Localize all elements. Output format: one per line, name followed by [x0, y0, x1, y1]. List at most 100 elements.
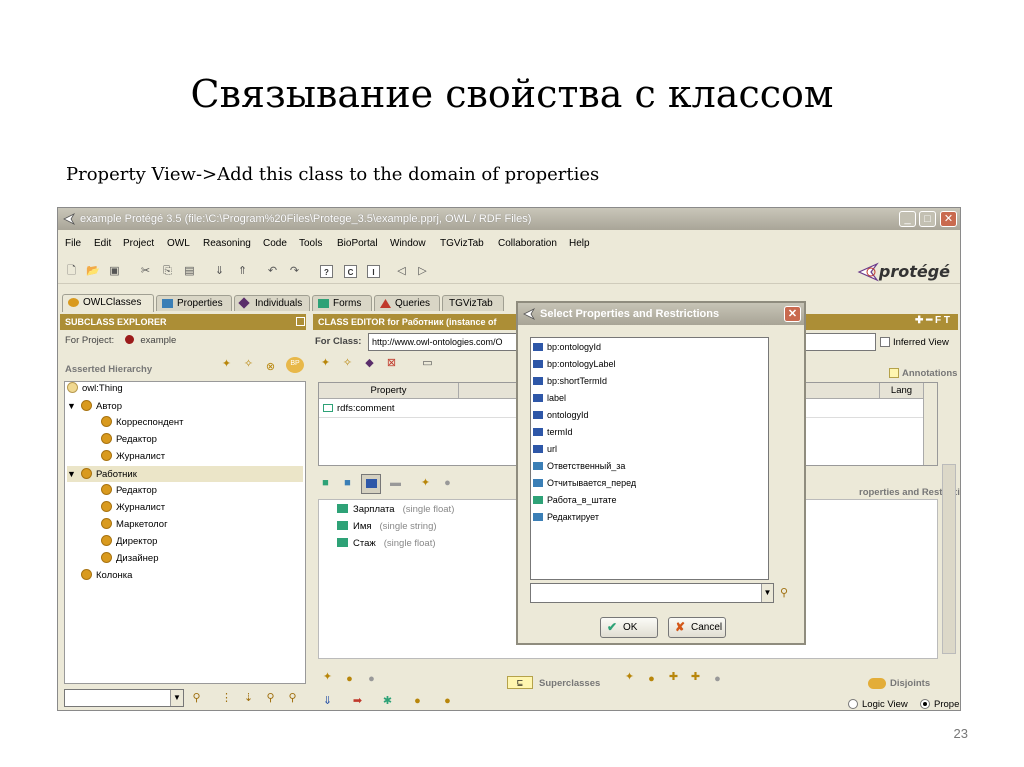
list-item[interactable]: ontologyId	[533, 407, 589, 424]
properties-view-radio[interactable]: Properties View	[920, 699, 960, 710]
chevron-down-icon[interactable]: ▼	[761, 584, 773, 602]
tree-item-direktor[interactable]: Директор	[101, 534, 157, 550]
list-item[interactable]: Отчитывается_перед	[533, 475, 636, 492]
help-box-icon[interactable]: ?	[320, 265, 333, 278]
lang-column-header[interactable]: Lang	[879, 383, 923, 399]
menu-window[interactable]: Window	[390, 238, 426, 249]
tree-item-avtor[interactable]: ▼ Автор	[67, 398, 122, 414]
ok-button[interactable]: ✔ OK	[600, 617, 658, 638]
forward-arrow-icon[interactable]: ▷	[416, 265, 429, 278]
search-subclass-icon[interactable]: ⚲	[286, 692, 299, 705]
tree-item-marketolog[interactable]: Маркетолог	[101, 517, 168, 533]
search-class-icon[interactable]: ⚲	[264, 692, 277, 705]
property-item[interactable]: Зарплата (single float)	[337, 504, 454, 515]
cancel-button[interactable]: ✘ Cancel	[668, 617, 726, 638]
add-disjoint-class-icon[interactable]: ●	[645, 673, 658, 686]
list-item[interactable]: bp:ontologyLabel	[533, 356, 616, 373]
delete-class-icon[interactable]: ⊗	[264, 361, 277, 374]
new-file-icon[interactable]: 🗋	[65, 265, 78, 278]
dialog-title-bar[interactable]: Select Properties and Restrictions ✕	[518, 303, 804, 325]
add-annotation-icon[interactable]: ✦	[319, 357, 332, 370]
add-disjoint-siblings-icon[interactable]: ✚	[667, 671, 680, 684]
tree-expand-icon[interactable]: ⋮	[220, 692, 233, 705]
insert-icon[interactable]: ⇓	[213, 265, 226, 278]
right-scrollbar[interactable]	[942, 464, 956, 654]
expand-arrow-icon[interactable]: ▼	[67, 466, 81, 482]
import-icon[interactable]: ⇓	[321, 695, 334, 708]
create-subclass-icon[interactable]: ✦	[220, 358, 233, 371]
convert-icon[interactable]: ➡	[351, 695, 364, 708]
property-item[interactable]: Стаж (single float)	[337, 538, 436, 549]
list-item[interactable]: Редактирует	[533, 509, 599, 526]
minimize-button[interactable]: _	[899, 211, 916, 227]
expand-arrow-icon[interactable]: ▼	[67, 398, 81, 414]
create-sibling-icon[interactable]: ✧	[242, 358, 255, 371]
menu-edit[interactable]: Edit	[94, 238, 111, 249]
menu-help[interactable]: Help	[569, 238, 590, 249]
list-item[interactable]: bp:shortTermId	[533, 373, 607, 390]
tree-item-dizainer[interactable]: Дизайнер	[101, 551, 159, 567]
menu-code[interactable]: Code	[263, 238, 287, 249]
sort-icon[interactable]: ⇣	[242, 692, 255, 705]
add-property-button[interactable]	[361, 474, 381, 494]
find-icon[interactable]: ⚲	[780, 586, 788, 599]
create-object-property-icon[interactable]: ■	[341, 477, 354, 490]
tree-item-zhurnalist[interactable]: Журналист	[101, 449, 165, 465]
undo-icon[interactable]: ↶	[266, 265, 279, 278]
logic-view-radio[interactable]: Logic View	[848, 699, 908, 710]
back-arrow-icon[interactable]: ◁	[395, 265, 408, 278]
find-icon[interactable]: ⚲	[190, 692, 203, 705]
instance-box-icon[interactable]: I	[367, 265, 380, 278]
menu-tgviztab[interactable]: TGVizTab	[440, 238, 484, 249]
menu-owl[interactable]: OWL	[167, 238, 190, 249]
create-restriction-icon[interactable]: ✦	[419, 477, 432, 490]
tree-item-redaktor-2[interactable]: Редактор	[101, 483, 157, 499]
save-icon[interactable]: ▣	[108, 265, 121, 278]
menu-tools[interactable]: Tools	[299, 238, 322, 249]
disjoint-subclasses-icon[interactable]: ✚	[689, 671, 702, 684]
tab-properties[interactable]: Properties	[156, 295, 232, 311]
maximize-button[interactable]: □	[919, 211, 936, 227]
class-search-input[interactable]	[64, 689, 184, 707]
window-title-bar[interactable]: example Protégé 3.5 (file:\C:\Program%20…	[58, 208, 960, 230]
vertical-scrollbar[interactable]	[923, 383, 937, 465]
remove-disjoint-icon[interactable]: ●	[711, 673, 724, 686]
menu-file[interactable]: File	[65, 238, 81, 249]
redo-icon[interactable]: ↷	[288, 265, 301, 278]
menu-collaboration[interactable]: Collaboration	[498, 238, 557, 249]
list-item[interactable]: label	[533, 390, 566, 407]
class-box-icon[interactable]: C	[344, 265, 357, 278]
list-item[interactable]: termId	[533, 424, 573, 441]
export-icon[interactable]: ⇑	[236, 265, 249, 278]
tree-item-redaktor[interactable]: Редактор	[101, 432, 157, 448]
tree-item-rabotnik[interactable]: ▼ Работник	[67, 466, 303, 482]
menu-project[interactable]: Project	[123, 238, 154, 249]
chevron-down-icon[interactable]: ▼	[170, 690, 183, 706]
tab-individuals[interactable]: Individuals	[234, 295, 310, 311]
tab-forms[interactable]: Forms	[312, 295, 372, 311]
property-item[interactable]: Имя (single string)	[337, 521, 437, 532]
add-comment-icon[interactable]: ✧	[341, 357, 354, 370]
list-item[interactable]: bp:ontologyId	[533, 339, 601, 356]
remove-superclass-icon[interactable]: ●	[365, 673, 378, 686]
panel-controls-icon[interactable]: ✚ ━ F T	[915, 315, 950, 326]
settings-icon[interactable]: ●	[441, 695, 454, 708]
copy-icon[interactable]: ⎘	[161, 265, 174, 278]
tree-item-korrespondent[interactable]: Корреспондент	[101, 415, 184, 431]
remove-property-icon[interactable]: ▬	[389, 477, 402, 490]
paste-icon[interactable]: ▤	[183, 265, 196, 278]
add-superclass-icon[interactable]: ✦	[321, 671, 334, 684]
list-item[interactable]: Работа_в_штате	[533, 492, 617, 509]
create-property-icon[interactable]: ■	[319, 477, 332, 490]
open-icon[interactable]: 📂	[86, 265, 100, 278]
add-individual-icon[interactable]: ◆	[363, 357, 376, 370]
maximize-panel-icon[interactable]	[296, 317, 305, 326]
cut-icon[interactable]: ✂	[139, 265, 152, 278]
dialog-search-input[interactable]	[530, 583, 774, 603]
list-item[interactable]: Ответственный_за	[533, 458, 625, 475]
menu-reasoning[interactable]: Reasoning	[203, 238, 251, 249]
dialog-close-button[interactable]: ✕	[784, 306, 801, 322]
inferred-view-checkbox[interactable]: Inferred View	[880, 337, 949, 348]
bioportal-icon[interactable]: BP	[286, 357, 304, 373]
tab-owlclasses[interactable]: OWLClasses	[62, 294, 154, 312]
